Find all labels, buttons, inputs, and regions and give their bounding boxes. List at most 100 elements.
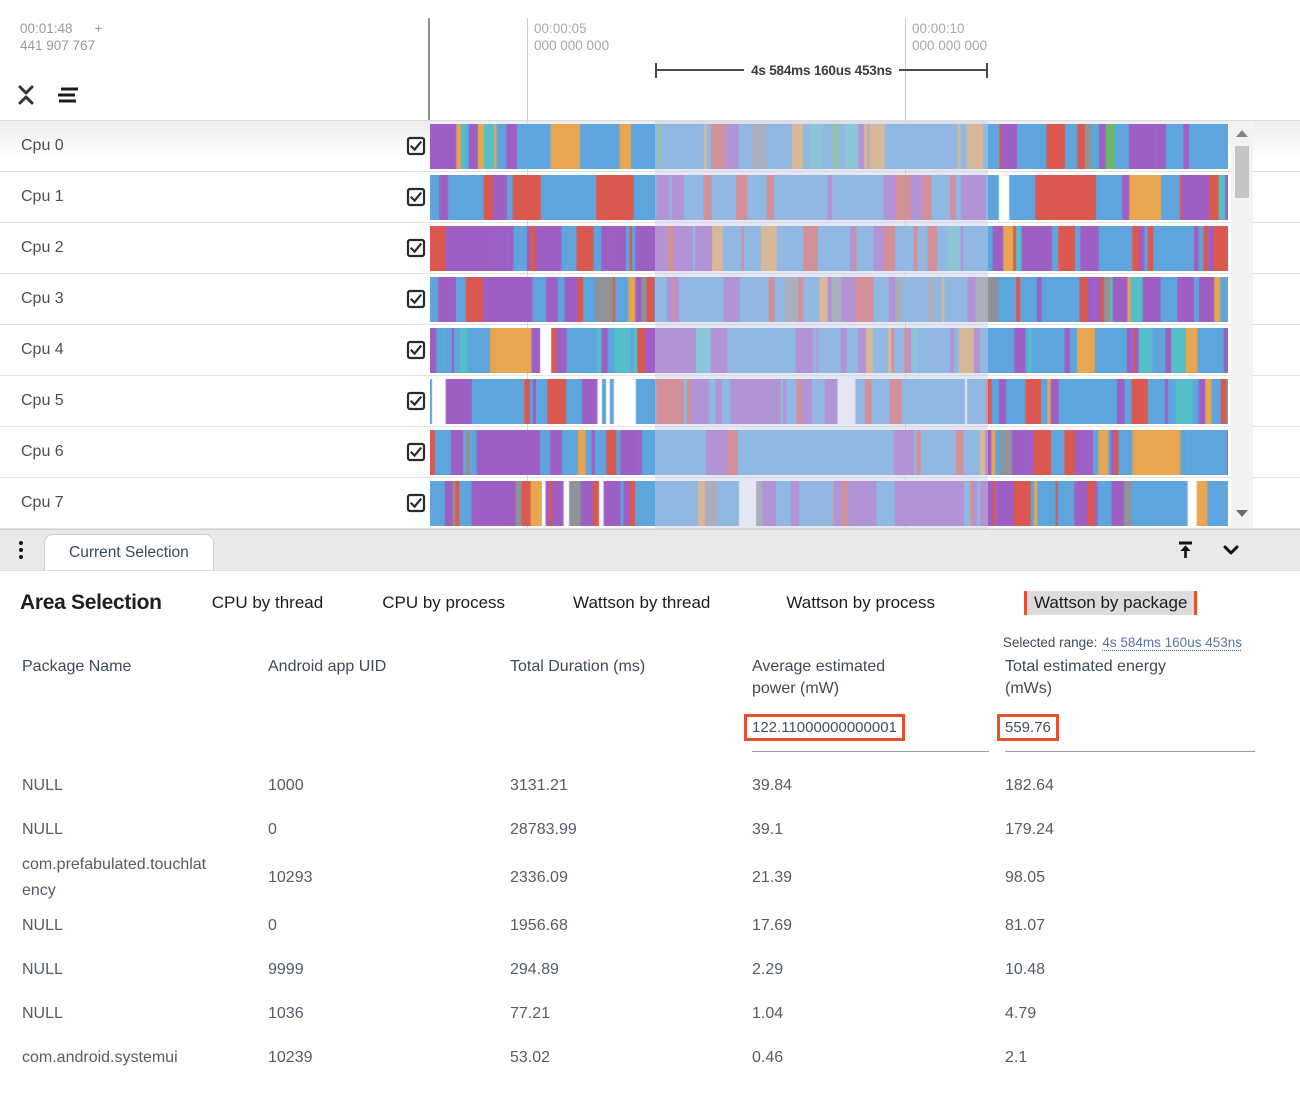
cell-android-app-uid: 10293	[268, 865, 510, 891]
tracks-scrollbar[interactable]	[1231, 121, 1253, 528]
track-name: Cpu 1	[21, 188, 64, 206]
sort-lines-icon	[54, 84, 80, 106]
cpu-track-row: Cpu 2	[0, 223, 1300, 274]
track-checkbox[interactable]	[406, 136, 426, 156]
cell-android-app-uid: 1000	[268, 773, 510, 799]
panel-title: Area Selection	[20, 591, 162, 615]
vertical-align-top-icon	[1175, 540, 1196, 561]
cpu-slices-canvas[interactable]	[430, 379, 1228, 424]
panel-tab-wattson-by-package[interactable]: Wattson by package	[1024, 591, 1197, 615]
track-checkbox[interactable]	[406, 442, 426, 462]
track-checkbox[interactable]	[406, 187, 426, 207]
cell-total-duration: 3131.21	[510, 773, 752, 799]
scrollbar-thumb[interactable]	[1235, 146, 1249, 198]
track-timeline-area	[430, 121, 1300, 171]
tracks-area: Cpu 0 Cpu 1 Cpu 2 Cpu 3 Cpu 4 Cpu 5 Cpu 6 Cpu 7	[0, 120, 1300, 529]
cell-total-energy: 2.1	[1005, 1045, 1255, 1071]
track-label-area[interactable]: Cpu 1	[0, 172, 430, 222]
track-filter-button[interactable]	[54, 82, 80, 108]
scroll-down-arrow-icon[interactable]	[1236, 510, 1248, 517]
panel-tab-cpu-by-thread[interactable]: CPU by thread	[212, 593, 324, 613]
table-row: NULL10003131.2139.84182.64	[22, 764, 1300, 808]
track-label-area[interactable]: Cpu 7	[0, 478, 430, 528]
summary-underline	[1005, 751, 1255, 752]
bottom-tab-strip: Current Selection	[0, 529, 1300, 571]
track-timeline-area	[430, 325, 1300, 375]
cpu-track-row: Cpu 1	[0, 172, 1300, 223]
tab-current-selection[interactable]: Current Selection	[44, 534, 214, 570]
track-label-area[interactable]: Cpu 0	[0, 121, 430, 171]
scroll-up-arrow-icon[interactable]	[1236, 130, 1248, 137]
checkbox-checked-icon	[406, 442, 426, 462]
cell-android-app-uid: 9999	[268, 957, 510, 983]
tick-label: 00:00:05000 000 000	[534, 20, 609, 54]
cell-package-name: NULL	[22, 773, 268, 799]
cell-total-duration: 28783.99	[510, 817, 752, 843]
cpu-slices-canvas[interactable]	[430, 328, 1228, 373]
origin-time: 00:01:48	[20, 20, 73, 37]
dock-panel-to-top-button[interactable]	[1172, 537, 1198, 563]
tab-strip-menu-button[interactable]	[0, 530, 42, 570]
cell-android-app-uid: 0	[268, 817, 510, 843]
table-row: com.android.systemui1023953.020.462.1	[22, 1036, 1300, 1080]
selection-duration-marker: 4s 584ms 160us 453ns	[655, 62, 988, 78]
selected-range-link[interactable]: 4s 584ms 160us 453ns	[1102, 635, 1242, 650]
track-name: Cpu 5	[21, 392, 64, 410]
track-label-area[interactable]: Cpu 3	[0, 274, 430, 324]
details-panel: Area Selection CPU by thread CPU by proce…	[0, 571, 1300, 1080]
summary-underline	[752, 751, 989, 752]
cpu-track-row: Cpu 4	[0, 325, 1300, 376]
checkbox-checked-icon	[406, 238, 426, 258]
cpu-track-row: Cpu 0	[0, 121, 1300, 172]
cell-average-power: 17.69	[752, 913, 1005, 939]
cell-total-energy: 182.64	[1005, 773, 1255, 799]
checkbox-checked-icon	[406, 340, 426, 360]
track-checkbox[interactable]	[406, 289, 426, 309]
cell-total-duration: 77.21	[510, 1001, 752, 1027]
column-header-android-app-uid[interactable]: Android app UID	[268, 656, 510, 700]
cell-android-app-uid: 10239	[268, 1045, 510, 1071]
cpu-slices-canvas[interactable]	[430, 175, 1228, 220]
selected-range-row: Selected range: 4s 584ms 160us 453ns	[0, 635, 1300, 650]
panel-tab-cpu-by-process[interactable]: CPU by process	[382, 593, 505, 613]
selected-range-label: Selected range:	[1003, 635, 1098, 650]
column-header-average-power[interactable]: Average estimated power (mW)	[752, 656, 920, 700]
table-row: NULL103677.211.044.79	[22, 992, 1300, 1036]
cpu-slices-canvas[interactable]	[430, 277, 1228, 322]
trace-viewer-app: 00:01:48 + 441 907 767 00:00:05000	[0, 0, 1300, 1080]
track-label-area[interactable]: Cpu 4	[0, 325, 430, 375]
cpu-track-row: Cpu 6	[0, 427, 1300, 478]
cell-package-name: com.android.systemui	[22, 1045, 268, 1071]
cell-average-power: 21.39	[752, 865, 1005, 891]
column-header-package-name[interactable]: Package Name	[22, 656, 268, 700]
cpu-slices-canvas[interactable]	[430, 481, 1228, 526]
checkbox-checked-icon	[406, 187, 426, 207]
panel-tab-wattson-by-thread[interactable]: Wattson by thread	[573, 593, 710, 613]
cpu-track-row: Cpu 7	[0, 478, 1300, 529]
track-name: Cpu 0	[21, 137, 64, 155]
track-checkbox[interactable]	[406, 493, 426, 513]
cpu-track-row: Cpu 5	[0, 376, 1300, 427]
track-name: Cpu 3	[21, 290, 64, 308]
track-label-area[interactable]: Cpu 6	[0, 427, 430, 477]
tick-label: 00:00:10000 000 000	[912, 20, 987, 54]
column-header-total-duration[interactable]: Total Duration (ms)	[510, 656, 752, 700]
checkbox-checked-icon	[406, 493, 426, 513]
table-summary-row: 122.11000000000001 559.76	[22, 714, 1300, 752]
track-label-area[interactable]: Cpu 5	[0, 376, 430, 426]
cpu-slices-canvas[interactable]	[430, 430, 1228, 475]
track-name: Cpu 7	[21, 494, 64, 512]
track-checkbox[interactable]	[406, 238, 426, 258]
track-timeline-area	[430, 427, 1300, 477]
cell-total-duration: 53.02	[510, 1045, 752, 1071]
collapse-tracks-button[interactable]	[13, 82, 39, 108]
track-checkbox[interactable]	[406, 391, 426, 411]
cpu-slices-canvas[interactable]	[430, 124, 1228, 169]
panel-tab-wattson-by-process[interactable]: Wattson by process	[786, 593, 935, 613]
collapse-panel-button[interactable]	[1218, 537, 1244, 563]
cpu-slices-canvas[interactable]	[430, 226, 1228, 271]
cell-total-duration: 294.89	[510, 957, 752, 983]
track-label-area[interactable]: Cpu 2	[0, 223, 430, 273]
track-checkbox[interactable]	[406, 340, 426, 360]
column-header-total-energy[interactable]: Total estimated energy (mWs)	[1005, 656, 1173, 700]
